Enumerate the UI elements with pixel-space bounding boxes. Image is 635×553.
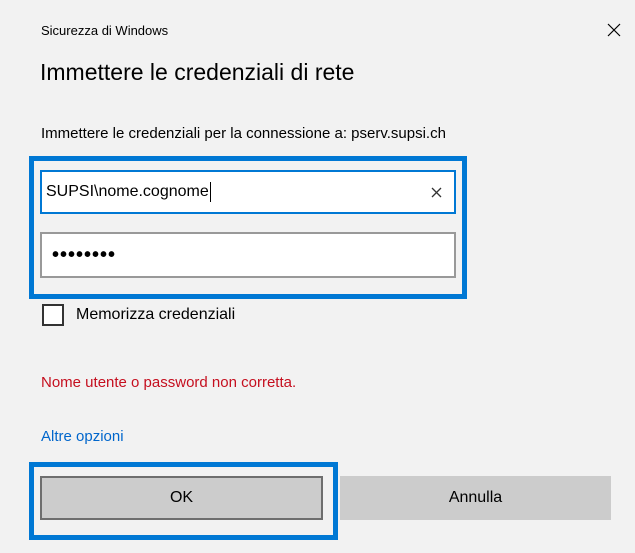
remember-credentials-checkbox[interactable] [42,304,64,326]
clear-icon [431,187,441,197]
window-title: Sicurezza di Windows [41,23,169,38]
connection-subtitle: Immettere le credenziali per la connessi… [41,125,446,142]
clear-username-button[interactable] [426,182,446,202]
username-field[interactable]: SUPSI\nome.cognome [40,170,456,214]
close-icon [607,23,621,37]
cancel-button[interactable]: Annulla [340,476,611,520]
remember-credentials-label: Memorizza credenziali [76,306,236,323]
dialog-heading: Immettere le credenziali di rete [40,59,355,85]
ok-button[interactable]: OK [40,476,323,520]
text-caret [209,182,211,202]
username-value: SUPSI\nome.cognome [46,182,211,202]
more-options-link[interactable]: Altre opzioni [41,428,124,445]
remember-credentials-row[interactable]: Memorizza credenziali [42,304,235,326]
password-masked-value: •••••••• [52,243,117,266]
password-field[interactable]: •••••••• [40,232,456,278]
error-message: Nome utente o password non corretta. [41,374,297,391]
close-button[interactable] [598,14,630,46]
credentials-dialog: Sicurezza di Windows Immettere le creden… [0,0,635,553]
